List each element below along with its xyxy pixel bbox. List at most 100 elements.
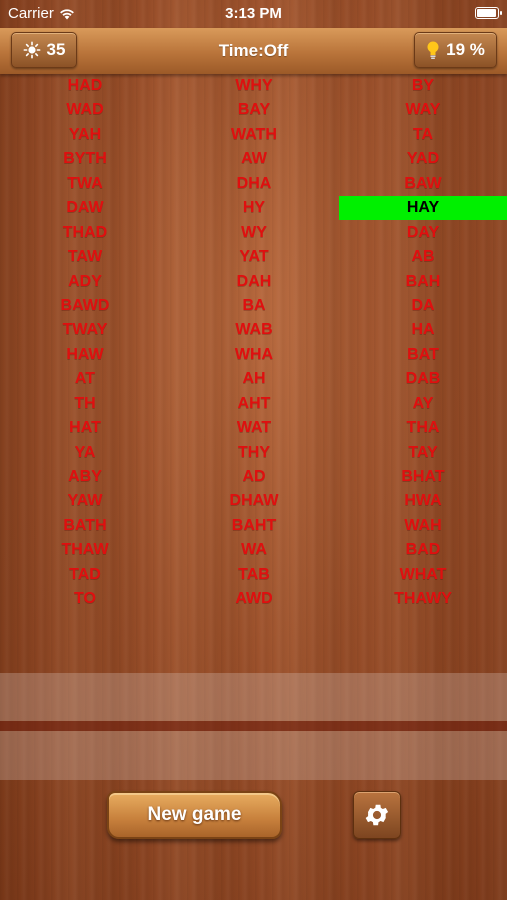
word-cell[interactable]: DAB xyxy=(339,367,507,391)
word-cell[interactable]: BAD xyxy=(339,538,507,562)
word-cell[interactable]: WHA xyxy=(169,343,339,367)
word-row: ABY AD BHAT xyxy=(0,465,507,489)
word-cell[interactable]: BA xyxy=(169,294,339,318)
word-cell[interactable]: THA xyxy=(339,416,507,440)
word-cell[interactable]: TAD xyxy=(0,563,170,587)
word-row: TWA DHA BAW xyxy=(0,172,507,196)
word-cell[interactable]: DAH xyxy=(169,270,339,294)
word-cell[interactable]: TH xyxy=(0,392,170,416)
word-row: HAD WHY BY xyxy=(0,74,507,98)
word-row: TWAY WAB HA xyxy=(0,318,507,342)
word-cell[interactable]: WAB xyxy=(169,318,339,342)
word-grid: HAD WHY BY WAD BAY WAY YAH WATH TA BYTH AW YAD TWA DH… xyxy=(0,74,507,612)
word-cell[interactable]: THAW xyxy=(0,538,170,562)
word-cell[interactable]: WATH xyxy=(169,123,339,147)
word-row: TAD TAB WHAT xyxy=(0,563,507,587)
word-cell[interactable]: DHA xyxy=(169,172,339,196)
lightbulb-icon xyxy=(427,41,439,59)
word-cell[interactable]: HWA xyxy=(339,489,507,513)
word-cell[interactable]: DAY xyxy=(339,221,507,245)
word-cell[interactable]: BAH xyxy=(339,270,507,294)
word-cell[interactable]: TWA xyxy=(0,172,170,196)
word-row: TH AHT AY xyxy=(0,392,507,416)
word-cell[interactable]: BAHT xyxy=(169,514,339,538)
word-cell[interactable]: YAH xyxy=(0,123,170,147)
word-cell[interactable]: AH xyxy=(169,367,339,391)
battery-icon xyxy=(475,7,502,19)
word-row: TAW YAT AB xyxy=(0,245,507,269)
word-row: HAT WAT THA xyxy=(0,416,507,440)
word-cell[interactable]: BHAT xyxy=(339,465,507,489)
top-bar: 35 Time:Off 19 % xyxy=(0,28,507,74)
word-cell[interactable]: WAD xyxy=(0,98,170,122)
hint-percent: 19 % xyxy=(446,40,485,59)
word-cell[interactable]: HAW xyxy=(0,343,170,367)
word-cell[interactable]: TO xyxy=(0,587,170,611)
word-cell[interactable]: TAW xyxy=(0,245,170,269)
word-cell[interactable]: TA xyxy=(339,123,507,147)
word-row: BYTH AW YAD xyxy=(0,147,507,171)
word-cell[interactable]: AB xyxy=(339,245,507,269)
word-cell[interactable]: BATH xyxy=(0,514,170,538)
word-cell[interactable]: WHY xyxy=(169,74,339,98)
word-cell[interactable]: TAB xyxy=(169,563,339,587)
word-cell[interactable]: WAH xyxy=(339,514,507,538)
new-game-button[interactable]: New game xyxy=(107,791,282,839)
word-cell[interactable]: WA xyxy=(169,538,339,562)
word-row: HAW WHA BAT xyxy=(0,343,507,367)
word-cell[interactable]: AWD xyxy=(169,587,339,611)
word-row: BATH BAHT WAH xyxy=(0,514,507,538)
word-cell[interactable]: AY xyxy=(339,392,507,416)
word-row: AT AH DAB xyxy=(0,367,507,391)
word-cell[interactable]: HAD xyxy=(0,74,170,98)
word-cell[interactable]: WHAT xyxy=(339,563,507,587)
gear-icon xyxy=(365,804,389,826)
word-cell[interactable]: HAT xyxy=(0,416,170,440)
word-cell[interactable]: THAD xyxy=(0,221,170,245)
word-cell-selected[interactable]: HAY xyxy=(339,196,507,221)
word-cell[interactable]: TAY xyxy=(339,441,507,465)
word-row: BAWD BA DA xyxy=(0,294,507,318)
word-cell[interactable]: THAWY xyxy=(339,587,507,611)
word-cell[interactable]: BAY xyxy=(169,98,339,122)
status-time: 3:13 PM xyxy=(225,5,282,22)
word-row: THAW WA BAD xyxy=(0,538,507,562)
word-cell[interactable]: YAD xyxy=(339,147,507,171)
word-cell[interactable]: AD xyxy=(169,465,339,489)
word-cell[interactable]: HY xyxy=(169,196,339,220)
word-cell[interactable]: AW xyxy=(169,147,339,171)
word-cell[interactable]: YAT xyxy=(169,245,339,269)
word-cell[interactable]: AT xyxy=(0,367,170,391)
answer-strip-bottom xyxy=(0,731,507,780)
hint-button[interactable]: 19 % xyxy=(414,32,497,68)
word-row: TO AWD THAWY xyxy=(0,587,507,611)
word-row: YA THY TAY xyxy=(0,441,507,465)
word-cell[interactable]: TWAY xyxy=(0,318,170,342)
word-cell[interactable]: BAW xyxy=(339,172,507,196)
word-cell[interactable]: THY xyxy=(169,441,339,465)
word-row: DAW HY HAY xyxy=(0,196,507,221)
word-cell[interactable]: WAY xyxy=(339,98,507,122)
word-cell[interactable]: ADY xyxy=(0,270,170,294)
word-cell[interactable]: YAW xyxy=(0,489,170,513)
word-row: THAD WY DAY xyxy=(0,221,507,245)
word-cell[interactable]: HA xyxy=(339,318,507,342)
word-cell[interactable]: ABY xyxy=(0,465,170,489)
word-row: WAD BAY WAY xyxy=(0,98,507,122)
word-row: YAW DHAW HWA xyxy=(0,489,507,513)
word-cell[interactable]: DHAW xyxy=(169,489,339,513)
word-cell[interactable]: WY xyxy=(169,221,339,245)
word-row: YAH WATH TA xyxy=(0,123,507,147)
word-cell[interactable]: YA xyxy=(0,441,170,465)
answer-strip-top xyxy=(0,673,507,721)
word-cell[interactable]: DAW xyxy=(0,196,170,220)
word-cell[interactable]: WAT xyxy=(169,416,339,440)
word-cell[interactable]: BYTH xyxy=(0,147,170,171)
word-cell[interactable]: BAWD xyxy=(0,294,170,318)
word-cell[interactable]: BAT xyxy=(339,343,507,367)
settings-button[interactable] xyxy=(353,791,401,839)
status-bar: Carrier 3:13 PM xyxy=(0,0,507,28)
word-cell[interactable]: AHT xyxy=(169,392,339,416)
word-cell[interactable]: DA xyxy=(339,294,507,318)
word-cell[interactable]: BY xyxy=(339,74,507,98)
